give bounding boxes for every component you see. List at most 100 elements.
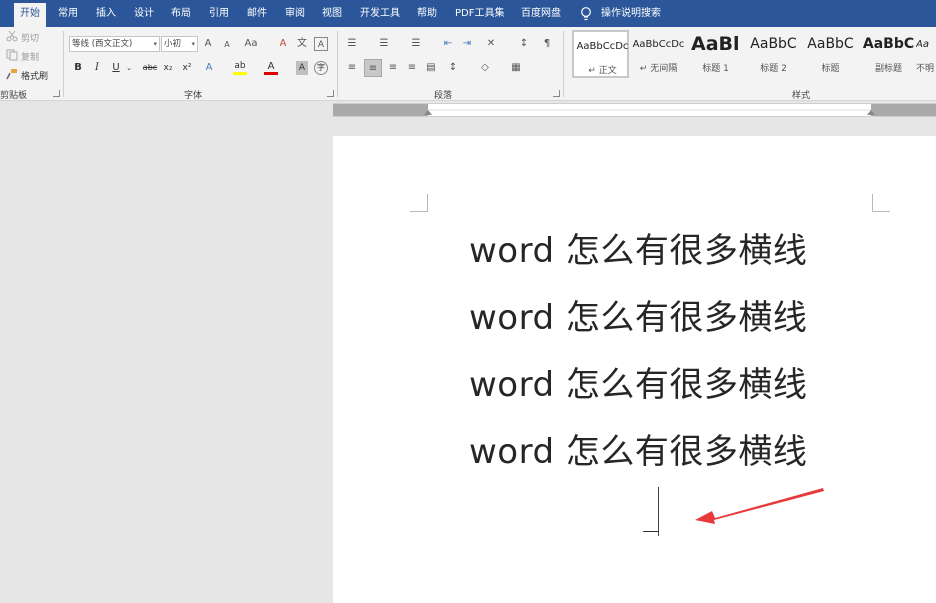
document-line[interactable]: word 怎么有很多横线 bbox=[469, 424, 807, 473]
style-preview: AaBbC bbox=[807, 36, 854, 52]
char-shading-button[interactable]: A bbox=[296, 61, 308, 75]
styles-gallery: AaBbCcDc ↵ 正文 AaBbCcDc ↵ 无间隔 AaBl 标题 1 A… bbox=[570, 30, 936, 80]
font-launcher[interactable] bbox=[327, 90, 334, 97]
align-center-icon[interactable]: ≡ bbox=[364, 59, 382, 77]
copy-button[interactable]: 复制 bbox=[21, 50, 39, 63]
format-painter-button[interactable]: 格式刷 bbox=[21, 69, 48, 82]
tab-mailings[interactable]: 邮件 bbox=[247, 0, 267, 27]
style-name: 标题 2 bbox=[760, 64, 787, 74]
clipboard-launcher[interactable] bbox=[53, 90, 60, 97]
style-preview: AaBbC bbox=[862, 36, 915, 52]
sort-icon[interactable]: ↕ bbox=[517, 37, 531, 51]
tab-layout[interactable]: 布局 bbox=[171, 0, 191, 27]
char-border-icon[interactable]: A bbox=[314, 37, 328, 51]
underline-button[interactable]: U bbox=[110, 61, 122, 75]
chinese-layout-icon[interactable]: ✕ bbox=[484, 37, 498, 51]
distributed-icon[interactable]: ▤ bbox=[424, 61, 438, 75]
font-group-label: 字体 bbox=[184, 91, 203, 101]
style-normal[interactable]: AaBbCcDc ↵ 正文 bbox=[572, 30, 629, 78]
text-effects-button[interactable]: A bbox=[203, 61, 215, 75]
style-preview: AaBbCcDc bbox=[632, 39, 685, 50]
clipboard-group-label: 剪贴板 bbox=[0, 91, 28, 101]
style-name: ↵ 正文 bbox=[588, 66, 617, 76]
shading-icon[interactable]: ◇ bbox=[478, 61, 492, 75]
font-size-select[interactable]: 小初 ▾ bbox=[161, 36, 198, 52]
style-subtitle[interactable]: AaBbC 副标题 bbox=[860, 30, 917, 78]
cut-icon bbox=[6, 30, 18, 42]
tab-design[interactable]: 设计 bbox=[134, 0, 154, 27]
show-marks-icon[interactable]: ¶ bbox=[540, 37, 554, 51]
style-preview: AaBbCcDc bbox=[576, 41, 629, 52]
left-indent-marker[interactable] bbox=[424, 110, 432, 115]
numbering-icon[interactable]: ☰ bbox=[377, 37, 391, 51]
bullets-icon[interactable]: ☰ bbox=[345, 37, 359, 51]
divider bbox=[63, 31, 64, 97]
ribbon-home: 剪切 复制 格式刷 剪贴板 等线 (西文正文) ▾ 小初 ▾ A A Aa A 文 … bbox=[0, 27, 936, 101]
font-name-select[interactable]: 等线 (西文正文) ▾ bbox=[69, 36, 160, 52]
format-painter-icon bbox=[6, 69, 17, 80]
align-right-icon[interactable]: ≡ bbox=[386, 61, 400, 75]
ruler-left-margin bbox=[333, 104, 428, 116]
tab-review[interactable]: 审阅 bbox=[285, 0, 305, 27]
style-no-spacing[interactable]: AaBbCcDc ↵ 无间隔 bbox=[630, 30, 687, 78]
document-page[interactable]: word 怎么有很多横线 word 怎么有很多横线 word 怎么有很多横线 w… bbox=[333, 136, 936, 603]
grow-font-button[interactable]: A bbox=[201, 37, 215, 51]
underline-dropdown[interactable]: ⌄ bbox=[125, 61, 133, 75]
document-line[interactable]: word 怎么有很多横线 bbox=[469, 223, 807, 272]
superscript-button[interactable]: x² bbox=[180, 61, 194, 75]
multilevel-list-icon[interactable]: ☰ bbox=[409, 37, 423, 51]
ribbon-tab-bar: 开始 常用 插入 设计 布局 引用 邮件 审阅 视图 开发工具 帮助 PDF工具… bbox=[0, 0, 936, 27]
style-name: 不明 bbox=[916, 64, 935, 74]
justify-icon[interactable]: ≡ bbox=[405, 61, 419, 75]
tab-pdf-tools[interactable]: PDF工具集 bbox=[455, 0, 504, 27]
increase-indent-icon[interactable]: ⇥ bbox=[460, 37, 474, 51]
style-preview: AaBbC bbox=[750, 36, 797, 52]
ruler-ticks bbox=[428, 109, 871, 111]
style-name: 标题 bbox=[821, 64, 840, 74]
font-size-value: 小初 bbox=[164, 39, 182, 49]
style-name: ↵ 无间隔 bbox=[639, 64, 678, 74]
document-line[interactable]: word 怎么有很多横线 bbox=[469, 357, 807, 406]
font-color-button[interactable]: A bbox=[264, 61, 278, 75]
style-more[interactable]: Aa 不明 bbox=[916, 30, 936, 78]
highlight-button[interactable]: ab bbox=[233, 61, 247, 75]
paragraph-group-label: 段落 bbox=[434, 91, 453, 101]
italic-button[interactable]: I bbox=[91, 61, 103, 75]
lightbulb-icon[interactable] bbox=[580, 6, 592, 22]
document-line[interactable]: word 怎么有很多横线 bbox=[469, 290, 807, 339]
page-corner-mark bbox=[872, 194, 890, 212]
change-case-button[interactable]: Aa bbox=[242, 37, 260, 51]
annotation-arrow-icon bbox=[695, 488, 824, 524]
style-heading-2[interactable]: AaBbC 标题 2 bbox=[745, 30, 802, 78]
divider bbox=[337, 31, 338, 97]
enclose-char-button[interactable]: 字 bbox=[314, 61, 328, 75]
style-name: 副标题 bbox=[874, 64, 902, 74]
tab-home[interactable]: 开始 bbox=[14, 3, 46, 27]
bold-button[interactable]: B bbox=[72, 61, 84, 75]
cut-button[interactable]: 剪切 bbox=[21, 31, 39, 44]
paragraph-launcher[interactable] bbox=[553, 90, 560, 97]
decrease-indent-icon[interactable]: ⇤ bbox=[441, 37, 455, 51]
clear-format-icon[interactable]: A bbox=[276, 37, 290, 51]
shrink-font-button[interactable]: A bbox=[220, 38, 234, 52]
tab-view[interactable]: 视图 bbox=[322, 0, 342, 27]
font-name-value: 等线 (西文正文) bbox=[72, 39, 133, 49]
phonetic-guide-icon[interactable]: 文 bbox=[295, 37, 309, 51]
tab-common[interactable]: 常用 bbox=[58, 0, 78, 27]
divider bbox=[563, 31, 564, 97]
subscript-button[interactable]: x₂ bbox=[161, 61, 175, 75]
tab-help[interactable]: 帮助 bbox=[417, 0, 437, 27]
borders-icon[interactable]: ▦ bbox=[509, 61, 523, 75]
line-spacing-icon[interactable]: ↕ bbox=[446, 61, 460, 75]
style-title[interactable]: AaBbC 标题 bbox=[802, 30, 859, 78]
tab-baidu-netdisk[interactable]: 百度网盘 bbox=[521, 0, 561, 27]
align-left-icon[interactable]: ≡ bbox=[345, 61, 359, 75]
horizontal-ruler[interactable] bbox=[333, 103, 936, 117]
tab-references[interactable]: 引用 bbox=[209, 0, 229, 27]
tell-me-search[interactable]: 操作说明搜索 bbox=[601, 0, 661, 27]
style-heading-1[interactable]: AaBl 标题 1 bbox=[687, 30, 744, 78]
right-indent-marker[interactable] bbox=[867, 110, 875, 115]
tab-insert[interactable]: 插入 bbox=[96, 0, 116, 27]
strikethrough-button[interactable]: abc bbox=[140, 61, 160, 75]
tab-developer[interactable]: 开发工具 bbox=[360, 0, 400, 27]
